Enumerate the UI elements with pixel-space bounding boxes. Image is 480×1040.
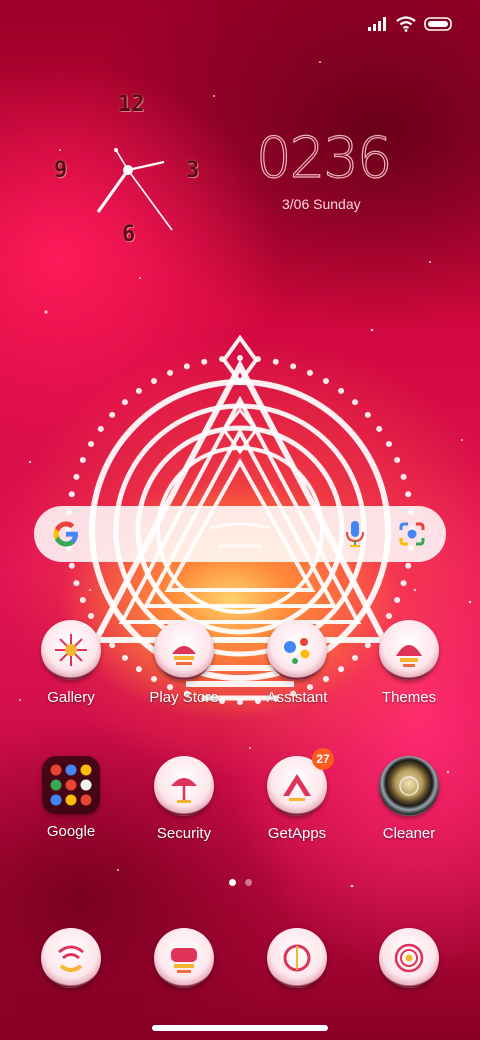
signal-icon [368,17,386,31]
microphone-icon[interactable] [344,519,366,549]
app-label: Security [156,825,212,842]
page-dot-active [228,879,236,886]
app-label: Themes [381,689,437,706]
app-label: Play Store [149,689,219,706]
messaging-icon [154,928,214,988]
google-search-widget[interactable] [34,506,446,562]
home-screen: 12 3 6 9 0236 3/06 Sunday Gallery Play S… [0,0,480,1040]
wifi-icon [396,16,416,32]
dock-phone[interactable] [16,928,126,988]
cleaner-icon [379,756,439,816]
app-cleaner[interactable]: Cleaner [354,756,464,842]
app-label: Gallery [47,689,95,706]
themes-icon [379,620,439,680]
play-store-icon [154,620,214,680]
phone-icon [41,928,101,988]
security-icon [154,756,214,816]
notification-badge: 27 [312,748,334,770]
app-gallery[interactable]: Gallery [16,620,126,706]
app-label: GetApps [267,825,327,842]
app-label: Cleaner [382,825,436,842]
clock-time: 0236 [255,125,393,191]
app-folder-google[interactable]: Google [16,756,126,840]
clock-date: 3/06 Sunday [282,196,361,212]
google-g-icon [53,521,78,547]
app-play-store[interactable]: Play Store [129,620,239,706]
google-folder-icon [42,756,100,814]
camera-icon [379,928,439,988]
status-bar [368,16,454,32]
browser-icon [267,928,327,988]
page-indicator[interactable] [0,879,480,886]
dock-messaging[interactable] [129,928,239,988]
dock-browser[interactable] [242,928,352,988]
analog-clock-widget[interactable]: 12 3 6 9 [40,86,220,256]
gallery-icon [41,620,101,680]
app-themes[interactable]: Themes [354,620,464,706]
app-label: Assistant [266,689,328,706]
gesture-home-bar[interactable] [152,1025,328,1031]
lens-camera-icon[interactable] [398,520,426,548]
battery-icon [424,17,452,31]
assistant-icon [267,620,327,680]
app-label: Google [46,823,96,840]
app-getapps[interactable]: 27 GetApps [242,748,352,842]
app-assistant[interactable]: Assistant [242,620,352,706]
app-security[interactable]: Security [129,756,239,842]
dock-camera[interactable] [354,928,464,988]
page-dot [244,879,252,886]
clock-hands [96,148,173,231]
